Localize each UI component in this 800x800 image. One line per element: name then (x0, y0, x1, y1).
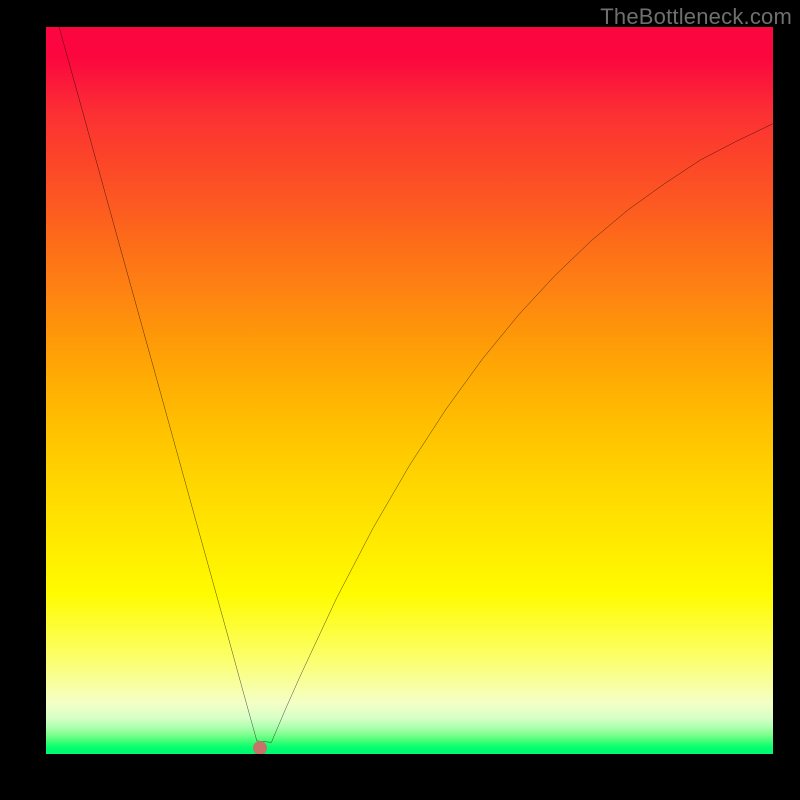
minimum-marker-dot (253, 741, 267, 754)
plot-area (46, 27, 773, 754)
bottleneck-curve (59, 27, 773, 742)
curve-svg (46, 27, 773, 754)
chart-frame: TheBottleneck.com (0, 0, 800, 800)
watermark-text: TheBottleneck.com (600, 4, 792, 30)
